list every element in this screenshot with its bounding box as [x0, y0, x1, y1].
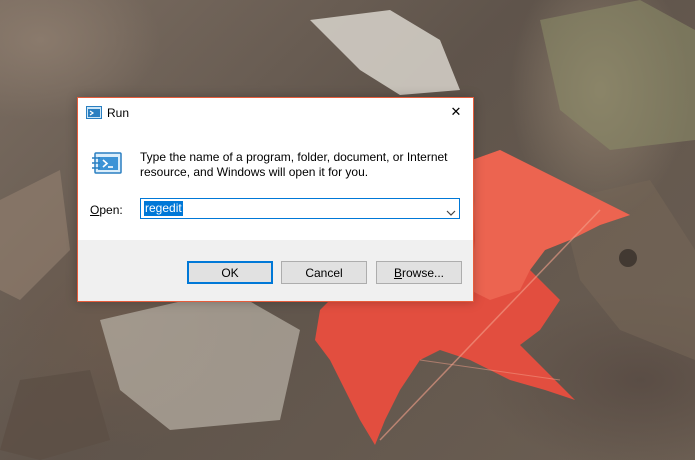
title-bar[interactable]: Run ✕ — [78, 98, 473, 129]
description-text: Type the name of a program, folder, docu… — [140, 150, 448, 179]
dialog-content: Type the name of a program, folder, docu… — [78, 129, 473, 240]
cancel-button[interactable]: Cancel — [281, 261, 367, 284]
run-dialog: Run ✕ Type the name of a program, folder… — [77, 97, 474, 302]
browse-button[interactable]: Browse... — [376, 261, 462, 284]
run-large-icon — [91, 152, 123, 176]
ok-button[interactable]: OK — [187, 261, 273, 284]
close-button[interactable]: ✕ — [439, 98, 473, 126]
dialog-title: Run — [107, 106, 130, 120]
close-icon: ✕ — [450, 104, 462, 119]
button-bar: OK Cancel Browse... — [78, 240, 473, 301]
chevron-down-icon[interactable] — [446, 204, 456, 216]
run-icon — [86, 106, 102, 120]
open-combobox[interactable]: regedit — [140, 198, 460, 219]
open-label: Open: — [90, 203, 123, 217]
open-input-value[interactable]: regedit — [144, 201, 183, 216]
